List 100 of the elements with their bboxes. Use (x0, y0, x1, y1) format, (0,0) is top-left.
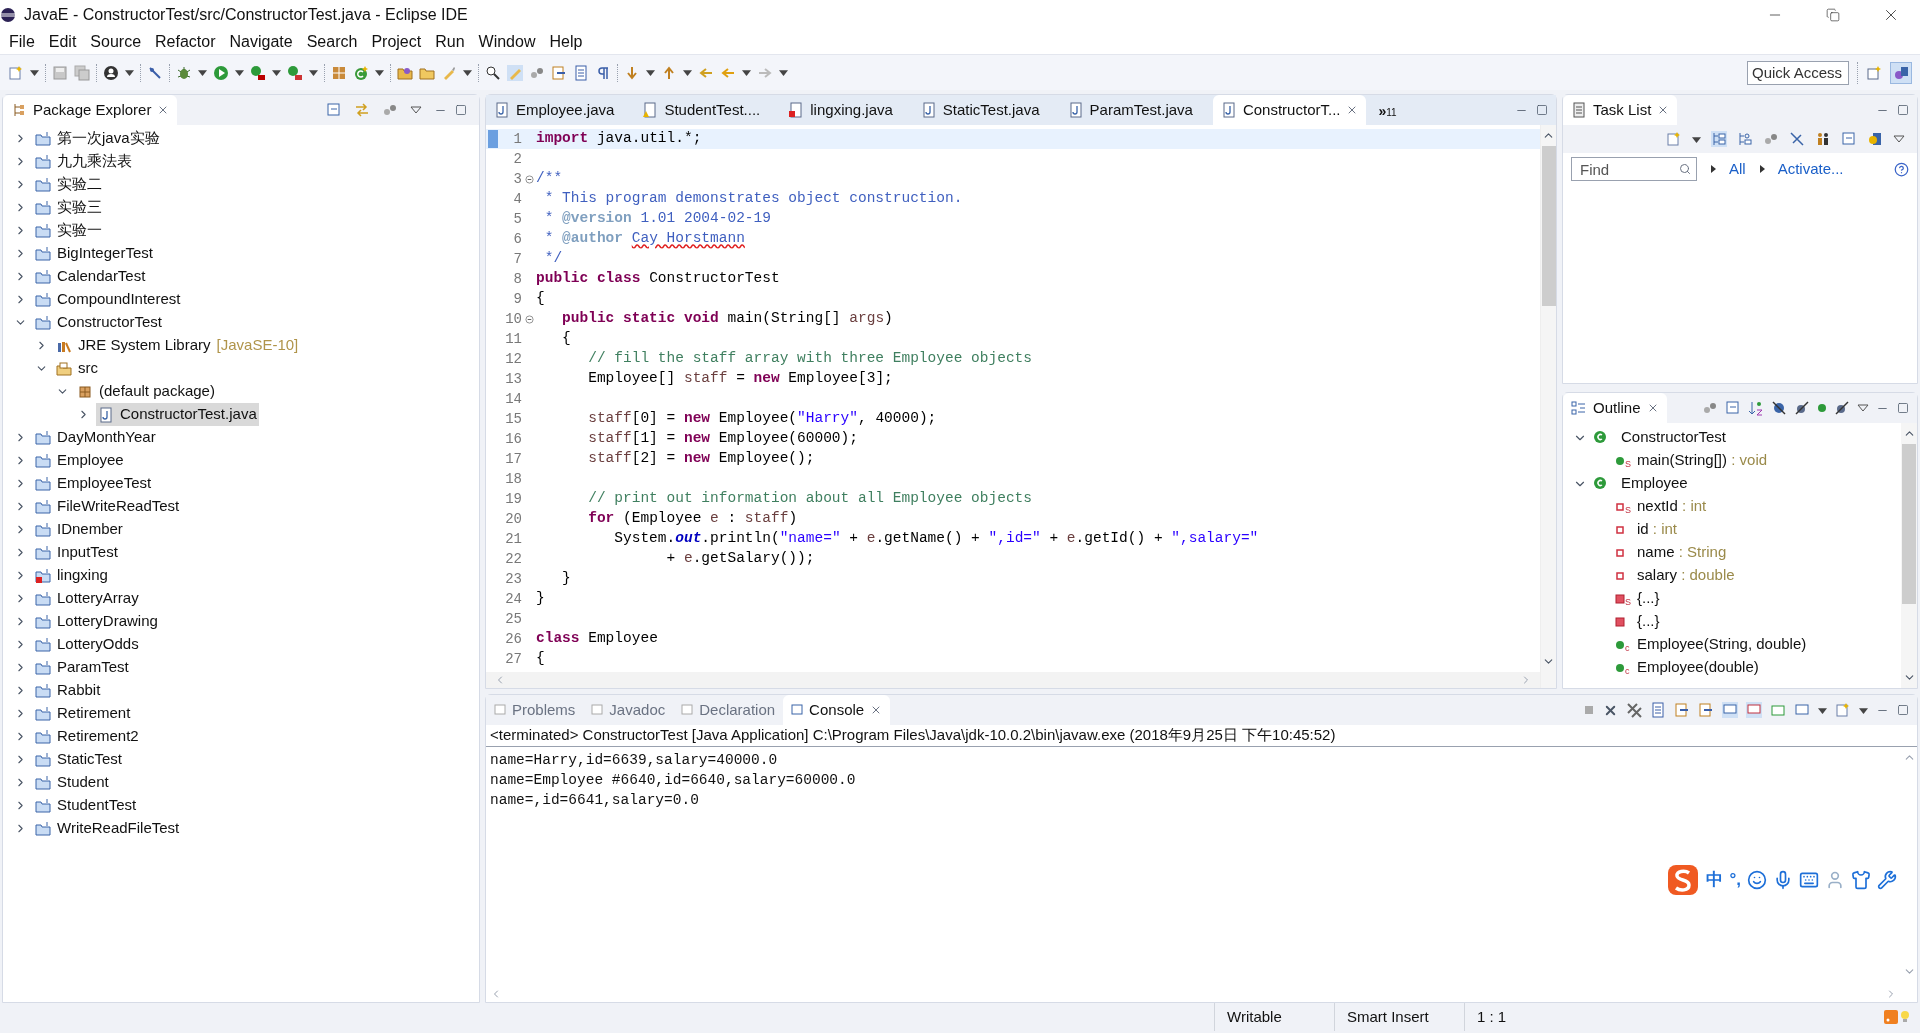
view-tab[interactable]: Console (783, 695, 891, 725)
fold-minus-icon[interactable] (524, 174, 534, 184)
microphone-icon[interactable] (1773, 870, 1793, 890)
tree-item[interactable]: LotteryArray (33, 587, 141, 610)
tree-item[interactable]: Student (33, 771, 111, 794)
outline-item[interactable]: salary (1637, 564, 1677, 587)
hide-local-types-icon[interactable] (1834, 400, 1850, 416)
fold-minus-icon[interactable] (524, 314, 534, 324)
outline-tab[interactable]: Outline (1563, 393, 1667, 423)
remove-all-icon[interactable] (1626, 702, 1642, 718)
dropdown-caret-icon[interactable] (309, 68, 318, 77)
outline-item[interactable]: id (1637, 518, 1649, 541)
tree-item[interactable]: DayMonthYear (33, 426, 158, 449)
tree-item[interactable]: ParamTest (33, 656, 131, 679)
maximize-icon[interactable] (1897, 704, 1909, 716)
tree-item[interactable]: StaticTest (33, 748, 125, 771)
tree-item[interactable]: 实验二 (33, 173, 104, 196)
task-list-tab[interactable]: Task List (1563, 95, 1678, 125)
dropdown-caret-icon[interactable] (779, 68, 788, 77)
dropdown-caret-icon[interactable] (742, 68, 751, 77)
task-filter-link[interactable]: All (1729, 158, 1746, 181)
tree-item[interactable]: LotteryDrawing (33, 610, 160, 633)
editor-tab[interactable]: ConstructorT... (1212, 95, 1367, 125)
wrench-icon[interactable] (1877, 870, 1897, 890)
new-class-icon[interactable] (353, 64, 369, 81)
maximize-icon[interactable] (1536, 104, 1548, 116)
outline-item[interactable]: {...} (1637, 610, 1660, 633)
tree-item[interactable]: ConstructorTest.java (96, 403, 259, 426)
hide-fields-icon[interactable] (1771, 400, 1787, 416)
ime-punctuation-toggle[interactable]: °, (1729, 867, 1741, 893)
java-perspective-icon[interactable] (1893, 64, 1909, 81)
view-tab[interactable]: Problems (486, 695, 584, 725)
dropdown-caret-icon[interactable] (646, 68, 655, 77)
editor-tab[interactable]: StudentTest.... (634, 95, 769, 125)
tree-item[interactable]: Retirement (33, 702, 133, 725)
quick-access-field[interactable]: Quick Access (1747, 60, 1849, 85)
maximize-icon[interactable] (1897, 402, 1909, 414)
dropdown-caret-icon[interactable] (198, 68, 207, 77)
find-field[interactable]: Find (1571, 157, 1697, 181)
dropdown-caret-icon[interactable] (125, 68, 134, 77)
outline-item[interactable]: nextId (1637, 495, 1678, 518)
tree-item[interactable]: Retirement2 (33, 725, 141, 748)
outline-item[interactable]: Employee(double) (1637, 656, 1759, 679)
smiley-icon[interactable] (1747, 870, 1767, 890)
dropdown-caret-icon[interactable] (272, 68, 281, 77)
outline-item[interactable]: {...} (1637, 587, 1660, 610)
dropdown-caret-icon[interactable] (30, 68, 39, 77)
view-menu-icon[interactable] (1857, 402, 1869, 414)
ime-logo-icon[interactable] (1666, 863, 1701, 897)
menu-item[interactable]: Edit (41, 30, 84, 54)
task-filter-link[interactable]: Activate... (1777, 158, 1844, 181)
tree-item[interactable]: EmployeeTest (33, 472, 154, 495)
tree-item[interactable]: 实验三 (33, 196, 104, 219)
editor-tab[interactable]: Employee.java (486, 95, 623, 125)
sync-icon[interactable] (1867, 131, 1883, 147)
dropdown-caret-icon[interactable] (1692, 134, 1701, 144)
hide-completed-icon[interactable] (1789, 131, 1805, 147)
package-explorer-tab[interactable]: Package Explorer (3, 95, 178, 125)
hide-static-icon[interactable] (1794, 400, 1810, 416)
view-tab[interactable]: Declaration (673, 695, 784, 725)
run-icon[interactable] (213, 64, 229, 81)
tree-item[interactable]: JRE System Library [JavaSE-10] (54, 334, 301, 357)
dropdown-caret-icon[interactable] (1818, 705, 1827, 715)
editor-tab[interactable]: ParamTest.java (1059, 95, 1201, 125)
editor-tab[interactable]: StaticTest.java (912, 95, 1048, 125)
outline-item[interactable]: main(String[]) (1637, 449, 1728, 472)
tree-item[interactable]: lingxing (33, 564, 110, 587)
tree-item[interactable]: (default package) (75, 380, 217, 403)
dropdown-caret-icon[interactable] (683, 68, 692, 77)
people-icon[interactable] (1815, 131, 1831, 147)
occurrences-icon[interactable] (1763, 131, 1779, 147)
tree-item[interactable]: InputTest (33, 541, 120, 564)
dropdown-caret-icon[interactable] (375, 68, 384, 77)
scrollbar-thumb[interactable] (1541, 146, 1556, 306)
menu-item[interactable]: Source (83, 30, 149, 54)
outline-item[interactable]: Employee (1621, 472, 1688, 495)
tree-item[interactable]: LotteryOdds (33, 633, 141, 656)
tree-item[interactable]: IDnember (33, 518, 125, 541)
menu-item[interactable]: Help (542, 30, 590, 54)
package-icon[interactable] (331, 64, 347, 81)
menu-item[interactable]: Search (299, 30, 365, 54)
search-icon[interactable] (1679, 163, 1691, 175)
pilcrow-icon[interactable] (595, 64, 611, 81)
scheduled-icon[interactable] (1737, 131, 1753, 147)
restore-icon[interactable] (1826, 8, 1840, 22)
tree-item[interactable]: CompoundInterest (33, 288, 183, 311)
shirt-icon[interactable] (1851, 870, 1871, 890)
run-external-icon[interactable] (250, 64, 266, 81)
tree-item[interactable]: 第一次java实验 (33, 127, 162, 150)
menu-item[interactable]: File (2, 30, 42, 54)
dropdown-caret-icon[interactable] (463, 68, 472, 77)
tree-item[interactable]: Rabbit (33, 679, 103, 702)
more-tabs-button[interactable]: »11 (1378, 102, 1397, 118)
show-on-output-icon[interactable] (1746, 702, 1762, 718)
editor-tab[interactable]: lingxing.java (780, 95, 901, 125)
view-menu-icon[interactable] (410, 104, 422, 116)
tree-item[interactable]: FileWriteReadTest (33, 495, 182, 518)
filter-icon[interactable] (382, 102, 398, 118)
outline-item[interactable]: name (1637, 541, 1675, 564)
tree-item[interactable]: ConstructorTest (33, 311, 165, 334)
